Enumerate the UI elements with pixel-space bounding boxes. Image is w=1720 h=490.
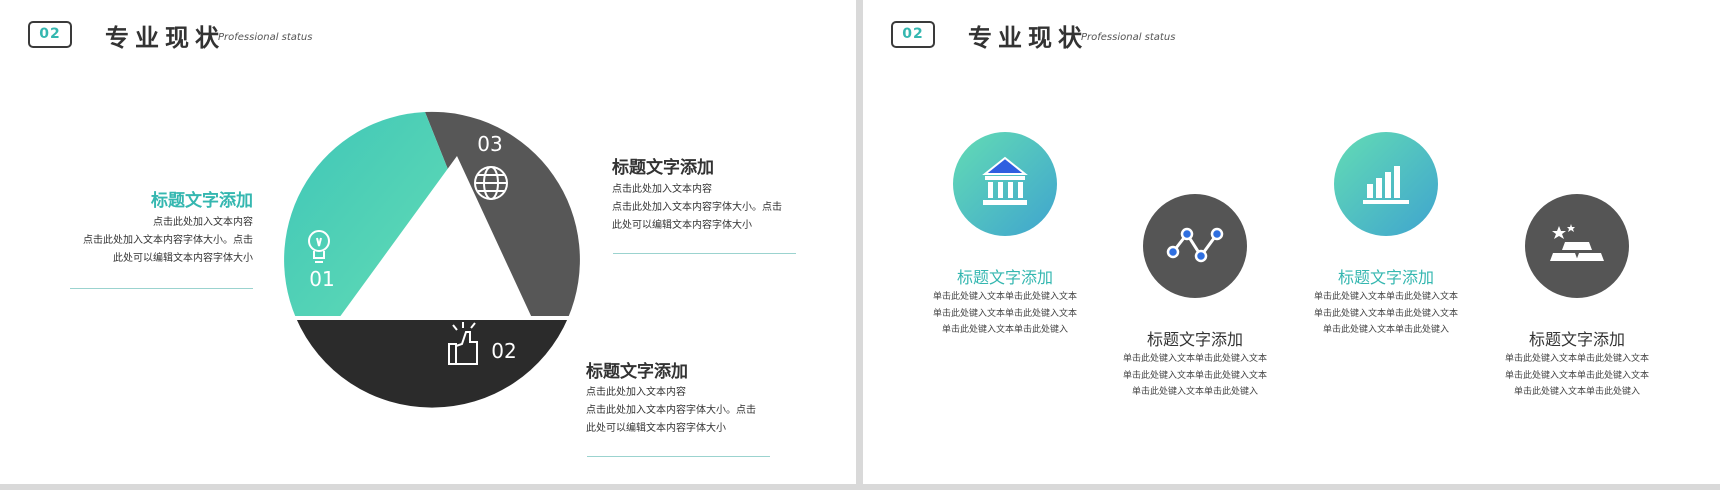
feature-3-line: 单击此处键入文本单击此处键入	[1322, 325, 1449, 335]
block-top-right-line: 点击此处加入文本内容	[612, 184, 712, 195]
section-badge: 02	[28, 21, 72, 48]
section-title: 专业现状	[968, 24, 1088, 52]
block-left-title: 标题文字添加	[151, 191, 253, 211]
block-top-right-body: 点击此处加入文本内容 点击此处加入文本内容字体大小。点击 此处可以编辑文本内容字…	[612, 181, 782, 235]
line-nodes-icon	[1166, 227, 1224, 263]
bank-icon	[982, 156, 1028, 205]
feature-4-line: 单击此处键入文本单击此处键入	[1513, 387, 1640, 397]
slide-right: 02 专业现状 Professional status 标题文字添加 单击此处键…	[863, 0, 1720, 484]
block-bottom-right-line: 点击此处加入文本内容字体大小。点击	[586, 405, 756, 416]
slide-left: 02 专业现状 Professional status 01 03 02 标题文…	[0, 0, 856, 484]
feature-1-line: 单击此处键入文本单击此处键入文本	[932, 292, 1077, 302]
section-subtitle: Professional status	[218, 32, 313, 43]
block-left-line: 点击此处加入文本内容	[153, 217, 253, 228]
feature-3-line: 单击此处键入文本单击此处键入文本	[1313, 292, 1458, 302]
gold-bars-icon	[1550, 224, 1604, 261]
feature-3-title: 标题文字添加	[1337, 268, 1434, 287]
feature-2-line: 单击此处键入文本单击此处键入文本	[1122, 370, 1267, 381]
block-bottom-right-title: 标题文字添加	[586, 362, 688, 382]
block-left-body: 点击此处加入文本内容 点击此处加入文本内容字体大小。点击 此处可以编辑文本内容字…	[83, 214, 253, 268]
section-subtitle: Professional status	[1081, 32, 1176, 43]
feature-2-line: 单击此处键入文本单击此处键入文本	[1122, 354, 1267, 364]
block-bottom-right-body: 点击此处加入文本内容 点击此处加入文本内容字体大小。点击 此处可以编辑文本内容字…	[586, 384, 756, 438]
segment-number-01: 01	[309, 267, 334, 291]
segment-number-03: 03	[477, 132, 502, 156]
segment-02	[296, 318, 568, 408]
segment-number-02: 02	[491, 339, 516, 363]
block-top-right-line: 此处可以编辑文本内容字体大小	[612, 220, 752, 231]
feature-1-line: 单击此处键入文本单击此处键入	[941, 325, 1068, 335]
feature-2-body: 单击此处键入文本单击此处键入文本 单击此处键入文本单击此处键入文本 单击此处键入…	[1095, 351, 1295, 401]
feature-4-title: 标题文字添加	[1528, 330, 1625, 349]
block-top-right-line: 点击此处加入文本内容字体大小。点击	[612, 202, 782, 213]
block-left-line: 此处可以编辑文本内容字体大小	[113, 253, 253, 264]
feature-1-line: 单击此处键入文本单击此处键入文本	[932, 308, 1077, 319]
block-left-rule	[70, 288, 253, 289]
triangle-circle-diagram: 01 03 02	[284, 111, 580, 408]
feature-3-line: 单击此处键入文本单击此处键入文本	[1313, 308, 1458, 319]
feature-1-title: 标题文字添加	[956, 268, 1053, 287]
block-top-right-title: 标题文字添加	[612, 158, 714, 178]
bar-chart-icon	[1363, 166, 1409, 204]
feature-2-line: 单击此处键入文本单击此处键入	[1131, 387, 1258, 397]
feature-1-body: 单击此处键入文本单击此处键入文本 单击此处键入文本单击此处键入文本 单击此处键入…	[905, 289, 1105, 339]
feature-3-circle	[1334, 132, 1438, 236]
block-top-right-rule	[613, 253, 796, 254]
feature-4-circle	[1525, 194, 1629, 298]
feature-4-body: 单击此处键入文本单击此处键入文本 单击此处键入文本单击此处键入文本 单击此处键入…	[1477, 351, 1677, 401]
block-bottom-right-line: 此处可以编辑文本内容字体大小	[586, 423, 726, 434]
feature-2-title: 标题文字添加	[1146, 330, 1243, 349]
feature-2-circle	[1143, 194, 1247, 298]
section-title: 专业现状	[105, 24, 225, 52]
block-left-line: 点击此处加入文本内容字体大小。点击	[83, 235, 253, 246]
section-badge: 02	[891, 21, 935, 48]
feature-4-line: 单击此处键入文本单击此处键入文本	[1504, 354, 1649, 364]
feature-3-body: 单击此处键入文本单击此处键入文本 单击此处键入文本单击此处键入文本 单击此处键入…	[1286, 289, 1486, 339]
feature-1-circle	[953, 132, 1057, 236]
feature-4-line: 单击此处键入文本单击此处键入文本	[1504, 370, 1649, 381]
block-bottom-right-rule	[587, 456, 770, 457]
block-bottom-right-line: 点击此处加入文本内容	[586, 387, 686, 398]
